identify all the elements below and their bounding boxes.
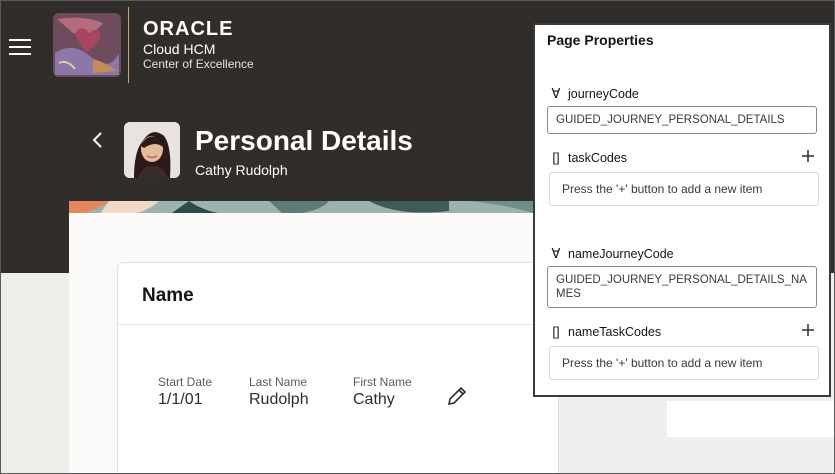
- brand-name: ORACLE: [143, 18, 234, 40]
- name-journey-code-label-text: nameJourneyCode: [568, 247, 674, 261]
- pencil-icon[interactable]: [446, 385, 468, 407]
- task-codes-label: [] taskCodes: [549, 150, 627, 165]
- logo-divider: [128, 7, 129, 83]
- task-codes-label-text: taskCodes: [568, 150, 628, 165]
- field-value: 1/1/01: [158, 391, 203, 408]
- page-properties-panel: Page Properties Ɐ journeyCode GUIDED_JOU…: [533, 23, 831, 397]
- oracle-hcm-logo: [53, 13, 121, 77]
- name-task-codes-label-text: nameTaskCodes: [568, 324, 662, 339]
- field-label: Start Date: [158, 375, 213, 389]
- journey-code-label: Ɐ journeyCode: [549, 86, 639, 102]
- name-card: Name Start Date 1/1/01 Last Name Rudolph…: [117, 262, 559, 473]
- name-task-codes-label: [] nameTaskCodes: [549, 324, 661, 339]
- page-title: Personal Details: [195, 125, 413, 156]
- brand-block: ORACLE Cloud HCM Center of Excellence: [143, 19, 254, 71]
- hamburger-icon[interactable]: [9, 39, 31, 55]
- name-journey-code-label: Ɐ nameJourneyCode: [549, 246, 674, 262]
- letter-a-icon: Ɐ: [551, 86, 561, 101]
- field-label: First Name: [353, 375, 412, 389]
- panel-title: Page Properties: [547, 32, 654, 48]
- avatar: [124, 122, 180, 178]
- journey-code-field[interactable]: GUIDED_JOURNEY_PERSONAL_DETAILS: [547, 106, 817, 134]
- field-value: Cathy: [353, 391, 395, 408]
- task-codes-list[interactable]: Press the '+' button to add a new item: [549, 172, 819, 206]
- name-section-title: Name: [142, 285, 194, 306]
- name-journey-code-field[interactable]: GUIDED_JOURNEY_PERSONAL_DETAILS_NAMES: [547, 266, 817, 308]
- overlay-gap: [482, 375, 496, 418]
- name-task-codes-list[interactable]: Press the '+' button to add a new item: [549, 346, 819, 380]
- panel-gap: [757, 211, 829, 237]
- plus-icon[interactable]: [801, 323, 815, 337]
- page-subtitle: Cathy Rudolph: [195, 162, 288, 178]
- chevron-left-icon[interactable]: [91, 129, 105, 151]
- field-label: Last Name: [249, 375, 308, 389]
- brand-tagline: Center of Excellence: [143, 57, 254, 71]
- brand-product: Cloud HCM: [143, 41, 216, 57]
- field-first-name: First Name Cathy: [353, 375, 412, 409]
- journey-code-label-text: journeyCode: [568, 87, 639, 101]
- brackets-icon: []: [552, 150, 560, 165]
- plus-icon[interactable]: [801, 149, 815, 163]
- overlay-gap: [667, 401, 834, 437]
- brackets-icon: []: [552, 324, 560, 339]
- app-frame: ORACLE Cloud HCM Center of Excellence Pe…: [0, 0, 835, 474]
- letter-a-icon: Ɐ: [551, 246, 561, 261]
- field-last-name: Last Name Rudolph: [249, 375, 309, 409]
- background-pattern: [1, 273, 69, 473]
- field-value: Rudolph: [249, 391, 309, 408]
- field-start-date: Start Date 1/1/01: [158, 375, 212, 409]
